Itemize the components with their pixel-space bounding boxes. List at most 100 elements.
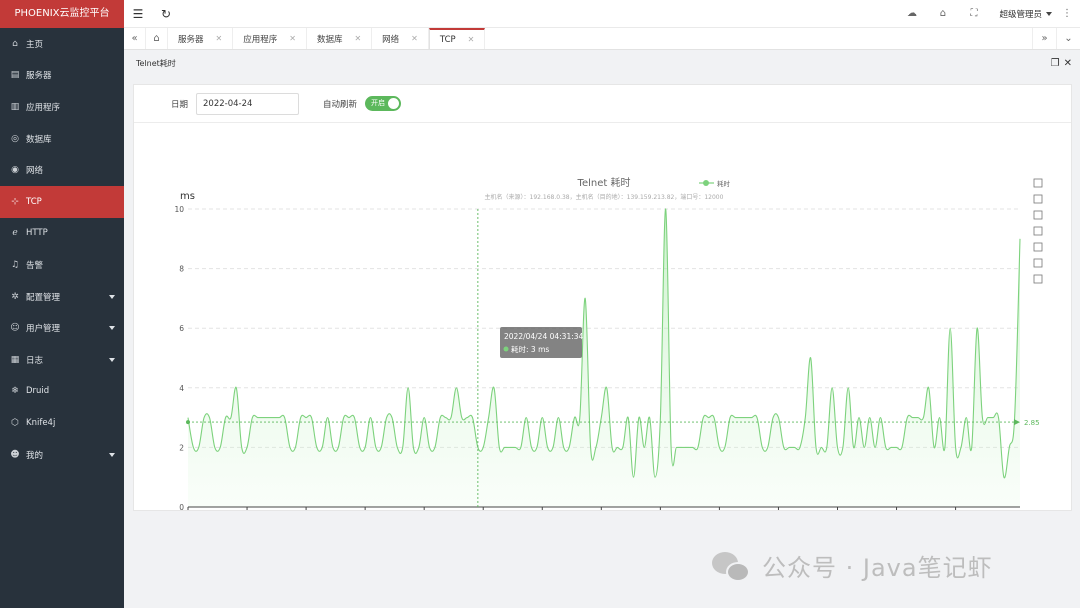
- sidebar-item-label: Druid: [26, 386, 50, 397]
- bar-chart-icon[interactable]: [1033, 242, 1043, 252]
- sidebar-item-user-group[interactable]: ☺ 用户管理: [0, 312, 124, 344]
- sidebar-item-label: 服务器: [26, 71, 52, 82]
- tab-label: 数据库: [316, 34, 343, 45]
- tab-close-icon[interactable]: ✕: [289, 34, 296, 43]
- fullscreen-icon[interactable]: ⛶: [958, 0, 989, 28]
- user-group-icon: ☺: [10, 323, 20, 334]
- bell-icon: ♫: [10, 259, 20, 270]
- chevron-down-icon: [109, 357, 115, 362]
- tcp-icon: ⊹: [11, 196, 19, 207]
- tab-label: 应用程序: [243, 34, 278, 45]
- page-header: Telnet耗时 ❐ ✕: [124, 51, 1080, 76]
- app-title: PHOENIX云监控平台: [0, 0, 124, 28]
- watermark-text: 公众号 · Java笔记虾: [762, 554, 993, 582]
- user-menu[interactable]: 超级管理员: [999, 8, 1052, 20]
- tab-list: 服务器 ✕ 应用程序 ✕ 数据库 ✕ 网络 ✕ TCP ✕: [168, 28, 486, 49]
- tab-3[interactable]: 网络 ✕: [372, 28, 429, 49]
- sidebar-item-label: Knife4j: [26, 417, 56, 428]
- y-tick-label: 6: [179, 324, 184, 333]
- chevron-down-icon: [109, 326, 115, 331]
- sidebar-item-label: 告警: [26, 260, 44, 271]
- knife4j-icon: ⬡: [11, 417, 19, 428]
- tab-dropdown-icon[interactable]: ⌄: [1056, 28, 1080, 49]
- y-tick-label: 0: [179, 503, 184, 510]
- app-icon: ▥: [10, 101, 20, 112]
- tab-1[interactable]: 应用程序 ✕: [233, 28, 307, 49]
- tab-close-icon[interactable]: ✕: [411, 34, 418, 43]
- sidebar-item-label: HTTP: [26, 228, 48, 239]
- y-tick-label: 2: [179, 443, 184, 452]
- sidebar-item-server[interactable]: ▤ 服务器: [0, 60, 124, 92]
- me-icon: ☻: [10, 449, 20, 460]
- watermark: 公众号 · Java笔记虾: [712, 548, 993, 583]
- line-chart-icon[interactable]: [1033, 226, 1043, 236]
- chevron-down-icon: [109, 294, 115, 299]
- tab-close-icon[interactable]: ✕: [354, 34, 361, 43]
- tag-icon[interactable]: ⌂: [927, 0, 958, 28]
- crop-icon[interactable]: [1033, 178, 1043, 188]
- more-icon[interactable]: ⋮: [1060, 0, 1074, 28]
- tooltip-marker: [503, 346, 509, 352]
- top-header: ☰ ↻ ☁ ⌂ ⛶ 超级管理员 ⋮: [124, 0, 1080, 28]
- sidebar-item-network[interactable]: ◉ 网络: [0, 154, 124, 186]
- tab-2[interactable]: 数据库 ✕: [307, 28, 373, 49]
- user-caret-icon: [1046, 11, 1052, 16]
- sidebar-item-database[interactable]: ◎ 数据库: [0, 123, 124, 155]
- telnet-chart: Telnet 耗时主机名（来源）：192.168.0.38，主机名（目的地）：1…: [166, 177, 1043, 527]
- tab-close-icon[interactable]: ✕: [468, 35, 475, 44]
- home-icon: ⌂: [12, 38, 18, 49]
- sidebar-item-tcp[interactable]: ⊹ TCP: [0, 185, 124, 218]
- sidebar-item-label: TCP: [26, 196, 42, 207]
- tab-scroll-left-icon[interactable]: «: [124, 28, 146, 49]
- sidebar-item-config[interactable]: ✲ 配置管理: [0, 281, 124, 313]
- filter-bar: 日期 自动刷新 开启: [134, 85, 1071, 123]
- sidebar-item-log[interactable]: ▦ 日志: [0, 344, 124, 376]
- database-icon: ◎: [11, 133, 19, 144]
- toggle-knob: [388, 98, 400, 109]
- auto-refresh-toggle[interactable]: 开启: [365, 96, 402, 111]
- tooltip-time: 2022/04/24 04:31:34: [504, 332, 584, 341]
- sidebar-item-druid[interactable]: ❄ Druid: [0, 376, 124, 408]
- sidebar-item-label: 数据库: [26, 134, 52, 145]
- data-view-icon[interactable]: [1033, 210, 1043, 220]
- maximize-icon[interactable]: ❐: [1051, 58, 1060, 69]
- chart-subtitle: 主机名（来源）：192.168.0.38，主机名（目的地）：139.159.21…: [485, 193, 724, 201]
- sidebar-item-label: 应用程序: [26, 102, 61, 113]
- tab-scroll-right-icon[interactable]: »: [1032, 28, 1056, 49]
- download-icon[interactable]: [1033, 274, 1043, 284]
- wechat-logo-icon: [712, 550, 752, 582]
- tab-0[interactable]: 服务器 ✕: [168, 28, 234, 49]
- network-icon: ◉: [11, 165, 19, 176]
- chevron-down-icon: [109, 452, 115, 457]
- restore-icon[interactable]: [1033, 258, 1043, 268]
- tab-close-icon[interactable]: ✕: [216, 34, 223, 43]
- user-name: 超级管理员: [999, 9, 1042, 20]
- sidebar-item-label: 主页: [26, 39, 44, 50]
- sidebar-item-app[interactable]: ▥ 应用程序: [0, 91, 124, 123]
- refresh-icon[interactable]: ↻: [152, 0, 180, 28]
- chart-title: Telnet 耗时: [577, 177, 631, 189]
- sidebar-item-me[interactable]: ☻ 我的: [0, 439, 124, 471]
- sidebar-item-knife4j[interactable]: ⬡ Knife4j: [0, 407, 124, 439]
- y-tick-label: 4: [179, 384, 184, 393]
- tab-label: 网络: [382, 34, 400, 45]
- sidebar-item-label: 用户管理: [26, 324, 61, 335]
- sidebar-item-home[interactable]: ⌂ 主页: [0, 28, 124, 60]
- sidebar-item-bell[interactable]: ♫ 告警: [0, 249, 124, 281]
- legend-marker: [703, 180, 709, 186]
- menu-toggle-icon[interactable]: ☰: [124, 0, 152, 28]
- tab-label: TCP: [439, 34, 456, 45]
- y-tick-label: 8: [179, 265, 184, 274]
- date-input[interactable]: [196, 92, 300, 115]
- restore-crop-icon[interactable]: [1033, 194, 1043, 204]
- theme-icon[interactable]: ☁: [896, 0, 927, 28]
- sidebar-item-http[interactable]: ℯ HTTP: [0, 218, 124, 250]
- chart-card: 日期 自动刷新 开启 Telnet 耗时主机名（来源）：192.168.0.38…: [133, 84, 1072, 527]
- tab-4[interactable]: TCP ✕: [428, 28, 486, 49]
- druid-icon: ❄: [11, 386, 19, 397]
- http-icon: ℯ: [12, 228, 18, 239]
- tab-home-icon[interactable]: ⌂: [146, 28, 168, 49]
- page-title: Telnet耗时: [136, 59, 176, 68]
- date-label: 日期: [171, 99, 189, 110]
- close-icon[interactable]: ✕: [1064, 58, 1072, 69]
